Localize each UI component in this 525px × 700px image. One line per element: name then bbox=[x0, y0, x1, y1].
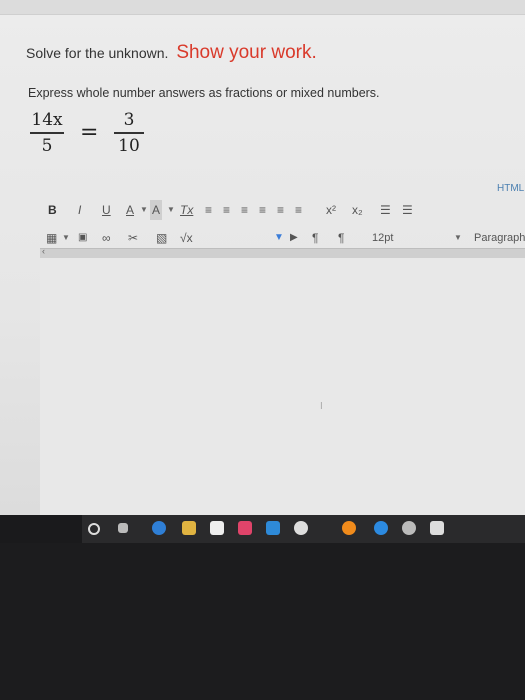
scroll-left-icon[interactable]: ‹ bbox=[42, 246, 45, 256]
subscript-button[interactable]: x₂ bbox=[352, 200, 363, 220]
left-fraction-bar bbox=[30, 132, 64, 134]
app-arrow-icon[interactable] bbox=[430, 521, 444, 535]
font-size-select[interactable]: 12pt bbox=[372, 228, 393, 248]
align-justify-icon[interactable]: ≡ bbox=[259, 200, 266, 220]
font-color-button[interactable]: A bbox=[126, 200, 134, 220]
right-numerator: 3 bbox=[123, 110, 135, 130]
task-view-icon[interactable] bbox=[118, 523, 128, 533]
unlink-icon[interactable]: ✂ bbox=[128, 228, 138, 248]
equals-sign: = bbox=[80, 120, 99, 145]
image-icon[interactable]: ▧ bbox=[156, 228, 167, 248]
app-l-icon[interactable] bbox=[266, 521, 280, 535]
app-icon[interactable] bbox=[238, 521, 252, 535]
equation-icon[interactable]: √x bbox=[180, 228, 193, 248]
rtl-icon[interactable]: ¶ bbox=[338, 228, 344, 248]
file-explorer-icon[interactable] bbox=[182, 521, 196, 535]
font-size-caret-icon[interactable]: ▼ bbox=[454, 228, 462, 248]
left-numerator-text: 14x bbox=[31, 110, 63, 130]
html-mode-link[interactable]: HTML bbox=[497, 183, 524, 194]
answer-instruction: Express whole number answers as fraction… bbox=[28, 86, 380, 100]
table-caret-icon[interactable]: ▼ bbox=[62, 228, 70, 248]
italic-button[interactable]: I bbox=[78, 200, 81, 220]
left-denominator: 5 bbox=[41, 135, 53, 156]
left-fraction: 14x 5 bbox=[30, 110, 64, 156]
browser-viewport: Solve for the unknown. Show your work. E… bbox=[0, 0, 525, 515]
taskbar bbox=[82, 515, 525, 543]
device-bezel bbox=[0, 543, 525, 700]
show-work-emphasis: Show your work. bbox=[176, 42, 317, 63]
embed-icon[interactable]: ▣ bbox=[78, 228, 87, 248]
answer-editor-area[interactable] bbox=[40, 258, 525, 515]
start-icon[interactable] bbox=[88, 523, 100, 535]
editor-toolbar-row-1: B I U A ▼ A ▼ Tx ≡ ≡ ≡ ≡ ≡ ≡ x² x₂ ☰ ☰ bbox=[40, 200, 525, 220]
question-text: Solve for the unknown. bbox=[26, 45, 169, 61]
media-icon[interactable]: ▶ bbox=[290, 228, 298, 248]
ltr-icon[interactable]: ¶ bbox=[312, 228, 318, 248]
bold-button[interactable]: B bbox=[48, 200, 57, 220]
bg-color-button[interactable]: A bbox=[150, 200, 163, 220]
edge-icon[interactable] bbox=[152, 521, 166, 535]
bg-color-caret-icon[interactable]: ▼ bbox=[167, 200, 175, 220]
media-caret-icon[interactable]: ▼ bbox=[274, 228, 284, 248]
question-prompt: Solve for the unknown. Show your work. bbox=[26, 42, 317, 64]
align-center-icon[interactable]: ≡ bbox=[223, 200, 230, 220]
align-right-icon[interactable]: ≡ bbox=[241, 200, 248, 220]
numbered-list-icon[interactable]: ☰ bbox=[402, 200, 413, 220]
table-icon[interactable]: ▦ bbox=[46, 228, 57, 248]
indent-icon[interactable]: ≡ bbox=[277, 200, 284, 220]
right-fraction-bar bbox=[114, 132, 144, 134]
superscript-button[interactable]: x² bbox=[326, 200, 336, 220]
outdent-icon[interactable]: ≡ bbox=[295, 200, 302, 220]
left-numerator: 14x bbox=[30, 110, 64, 130]
font-color-caret-icon[interactable]: ▼ bbox=[140, 200, 148, 220]
settings-icon[interactable] bbox=[402, 521, 416, 535]
clear-format-button[interactable]: Tx bbox=[180, 200, 193, 220]
firefox-icon[interactable] bbox=[342, 521, 356, 535]
header-strip bbox=[0, 0, 525, 15]
right-denominator: 10 bbox=[118, 135, 140, 156]
editor-toolbar-row-2: ▦ ▼ ▣ ∞ ✂ ▧ √x ▼ ▶ ¶ ¶ 12pt ▼ Paragraph bbox=[40, 228, 525, 248]
right-fraction: 3 10 bbox=[114, 110, 144, 156]
edge-blue-icon[interactable] bbox=[374, 521, 388, 535]
paragraph-format-select[interactable]: Paragraph bbox=[474, 228, 525, 248]
text-cursor-icon: I bbox=[320, 401, 323, 412]
app-round-icon[interactable] bbox=[294, 521, 308, 535]
underline-button[interactable]: U bbox=[102, 200, 111, 220]
align-left-icon[interactable]: ≡ bbox=[205, 200, 212, 220]
store-icon[interactable] bbox=[210, 521, 224, 535]
bullet-list-icon[interactable]: ☰ bbox=[380, 200, 391, 220]
link-icon[interactable]: ∞ bbox=[102, 228, 111, 248]
